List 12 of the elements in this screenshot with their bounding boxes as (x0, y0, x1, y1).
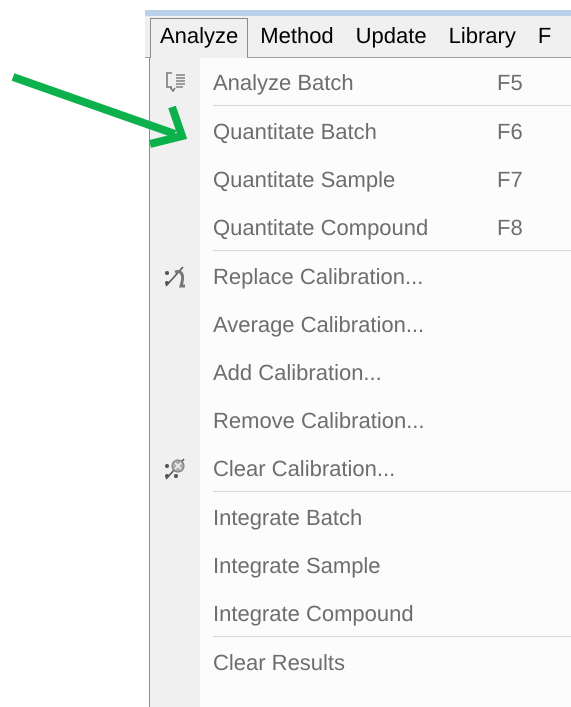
shortcut-text: F7 (497, 166, 523, 194)
menu-bar-item[interactable]: Analyze (150, 18, 248, 58)
list-arrow-icon (163, 70, 187, 94)
menu-bar-item[interactable]: Method (250, 18, 344, 57)
menu-bar-item[interactable]: F (528, 18, 562, 57)
shortcut-text: F5 (497, 68, 523, 96)
shortcut-text: F8 (497, 214, 523, 242)
clear-calibration-icon (163, 456, 187, 480)
shortcut-text: F6 (497, 118, 523, 146)
menu-bar-item[interactable]: Update (346, 18, 437, 57)
menu-bar-item[interactable]: Library (438, 18, 526, 57)
calibration-curve-icon (163, 264, 187, 288)
